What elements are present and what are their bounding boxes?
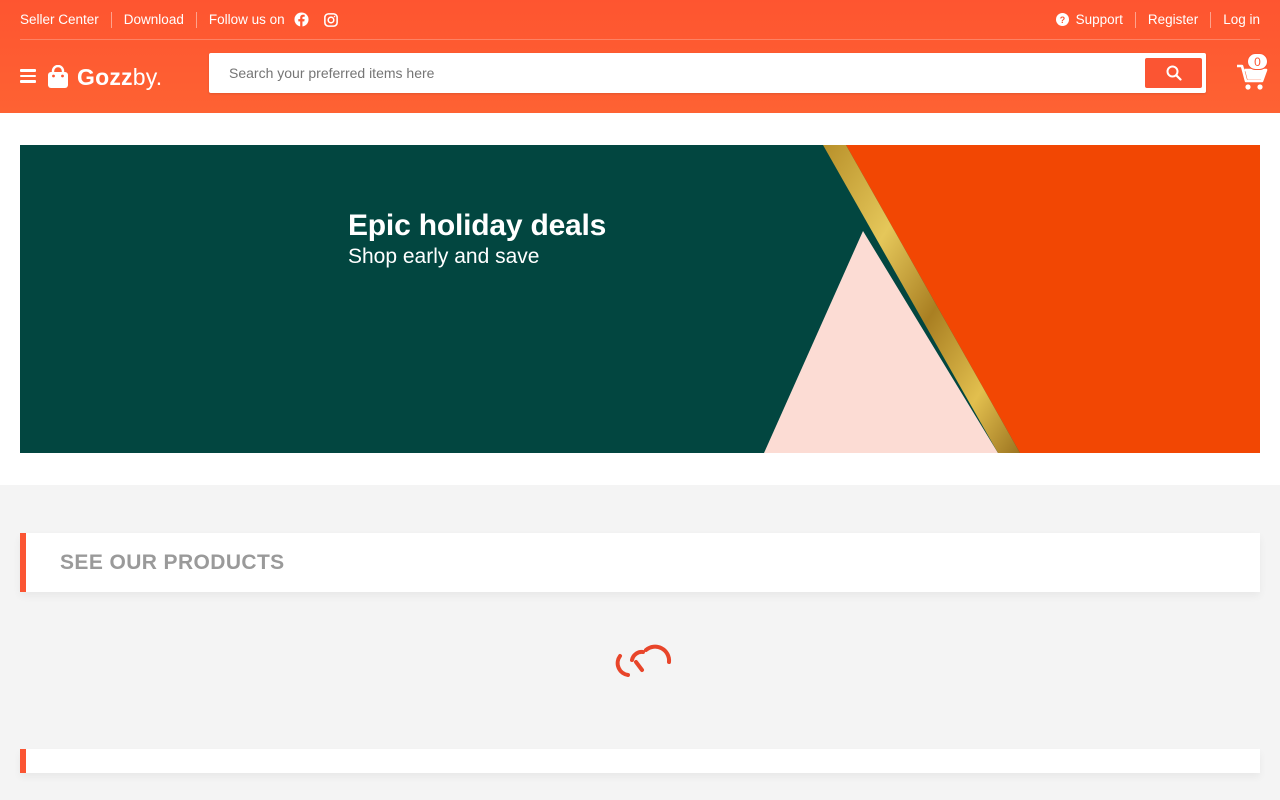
loading-spinner-icon — [615, 644, 672, 677]
register-link[interactable]: Register — [1148, 12, 1198, 27]
svg-text:?: ? — [1059, 15, 1064, 25]
banner-title: Epic holiday deals — [348, 209, 607, 242]
top-navbar: Seller Center Download Follow us on ? Su… — [20, 0, 1260, 40]
hamburger-menu-icon[interactable] — [20, 69, 36, 83]
instagram-icon[interactable] — [323, 12, 338, 27]
follow-us-label: Follow us on — [208, 12, 285, 27]
search-button[interactable] — [1145, 58, 1202, 88]
search-icon — [1166, 65, 1182, 81]
cart-count-badge: 0 — [1247, 53, 1268, 70]
site-logo[interactable]: Gozzby. — [47, 62, 162, 92]
topbar-left: Seller Center Download Follow us on — [20, 0, 338, 39]
divider — [110, 11, 112, 28]
banner-artwork — [20, 145, 1260, 453]
site-header: Seller Center Download Follow us on ? Su… — [0, 0, 1280, 113]
products-section-title: SEE OUR PRODUCTS — [60, 551, 285, 574]
banner-subtitle: Shop early and save — [348, 245, 540, 268]
divider — [1210, 11, 1212, 28]
products-section-header: SEE OUR PRODUCTS — [20, 533, 1260, 592]
main-header-bar: Gozzby. 0 — [0, 40, 1280, 113]
next-section-header — [20, 749, 1260, 773]
facebook-icon[interactable] — [294, 12, 309, 27]
search-bar — [209, 53, 1206, 93]
shopping-bag-icon — [48, 65, 68, 88]
banner-section: Epic holiday deals Shop early and save — [0, 113, 1280, 485]
login-link[interactable]: Log in — [1223, 12, 1260, 27]
divider — [195, 11, 197, 28]
download-link[interactable]: Download — [124, 12, 184, 27]
logo-text: Gozzby. — [77, 63, 163, 90]
topbar-right: ? Support Register Log in — [1055, 0, 1260, 39]
seller-center-link[interactable]: Seller Center — [20, 12, 99, 27]
help-icon: ? — [1055, 13, 1069, 26]
search-input[interactable] — [209, 53, 1139, 93]
divider — [1134, 11, 1136, 28]
promo-banner[interactable]: Epic holiday deals Shop early and save — [20, 145, 1260, 453]
support-link[interactable]: Support — [1076, 12, 1123, 27]
